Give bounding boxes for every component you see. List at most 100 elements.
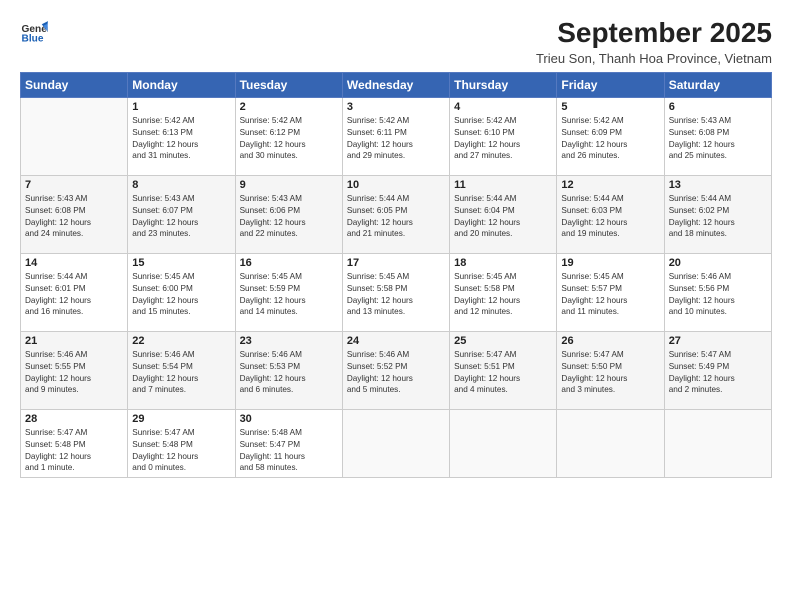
week-row-4: 21 Sunrise: 5:46 AMSunset: 5:55 PMDayligh… [21, 331, 772, 409]
day-number: 19 [561, 257, 659, 269]
calendar-cell: 4Sunrise: 5:42 AMSunset: 6:10 PMDaylight… [450, 97, 557, 175]
title-block: September 2025 Trieu Son, Thanh Hoa Prov… [536, 18, 772, 66]
month-title: September 2025 [536, 18, 772, 49]
calendar-cell [21, 97, 128, 175]
header-day-wednesday: Wednesday [342, 72, 449, 97]
day-number: 13 [669, 179, 767, 191]
cell-info: Sunrise: 5:48 AMSunset: 5:47 PMDaylight:… [240, 427, 338, 475]
header-day-sunday: Sunday [21, 72, 128, 97]
day-number: 28 [25, 413, 123, 425]
day-number: 8 [132, 179, 230, 191]
cell-info: Sunrise: 5:45 AMSunset: 5:58 PMDaylight:… [347, 271, 445, 319]
cell-info: Sunrise: 5:46 AMSunset: 5:55 PMDaylight:… [25, 349, 123, 397]
calendar-cell: 18 Sunrise: 5:45 AMSunset: 5:58 PMDayligh… [450, 253, 557, 331]
day-number: 18 [454, 257, 552, 269]
calendar-cell: 7Sunrise: 5:43 AMSunset: 6:08 PMDaylight… [21, 175, 128, 253]
cell-info: Sunrise: 5:42 AMSunset: 6:13 PMDaylight:… [132, 115, 230, 163]
day-number: 21 [25, 335, 123, 347]
calendar-cell: 19 Sunrise: 5:45 AMSunset: 5:57 PMDayligh… [557, 253, 664, 331]
week-row-2: 7Sunrise: 5:43 AMSunset: 6:08 PMDaylight… [21, 175, 772, 253]
calendar-cell [664, 409, 771, 478]
cell-info: Sunrise: 5:45 AMSunset: 5:57 PMDaylight:… [561, 271, 659, 319]
logo: General Blue [20, 18, 48, 46]
cell-info: Sunrise: 5:45 AMSunset: 5:59 PMDaylight:… [240, 271, 338, 319]
day-number: 6 [669, 101, 767, 113]
cell-info: Sunrise: 5:45 AMSunset: 6:00 PMDaylight:… [132, 271, 230, 319]
calendar-cell: 24 Sunrise: 5:46 AMSunset: 5:52 PMDayligh… [342, 331, 449, 409]
day-number: 1 [132, 101, 230, 113]
cell-info: Sunrise: 5:47 AMSunset: 5:50 PMDaylight:… [561, 349, 659, 397]
cell-info: Sunrise: 5:47 AMSunset: 5:48 PMDaylight:… [132, 427, 230, 475]
day-number: 23 [240, 335, 338, 347]
calendar-cell: 17 Sunrise: 5:45 AMSunset: 5:58 PMDayligh… [342, 253, 449, 331]
calendar-cell: 14Sunrise: 5:44 AMSunset: 6:01 PMDayligh… [21, 253, 128, 331]
cell-info: Sunrise: 5:43 AMSunset: 6:07 PMDaylight:… [132, 193, 230, 241]
calendar-cell: 15 Sunrise: 5:45 AMSunset: 6:00 PMDayligh… [128, 253, 235, 331]
week-row-1: 1 Sunrise: 5:42 AMSunset: 6:13 PMDaylight… [21, 97, 772, 175]
calendar-cell: 6Sunrise: 5:43 AMSunset: 6:08 PMDaylight… [664, 97, 771, 175]
header: General Blue September 2025 Trieu Son, T… [20, 18, 772, 66]
day-number: 26 [561, 335, 659, 347]
calendar-cell: 12Sunrise: 5:44 AMSunset: 6:03 PMDayligh… [557, 175, 664, 253]
calendar-cell: 27 Sunrise: 5:47 AMSunset: 5:49 PMDayligh… [664, 331, 771, 409]
header-row: SundayMondayTuesdayWednesdayThursdayFrid… [21, 72, 772, 97]
calendar-cell: 9Sunrise: 5:43 AMSunset: 6:06 PMDaylight… [235, 175, 342, 253]
day-number: 15 [132, 257, 230, 269]
header-day-tuesday: Tuesday [235, 72, 342, 97]
cell-info: Sunrise: 5:46 AMSunset: 5:52 PMDaylight:… [347, 349, 445, 397]
cell-info: Sunrise: 5:43 AMSunset: 6:08 PMDaylight:… [25, 193, 123, 241]
calendar-cell: 30 Sunrise: 5:48 AMSunset: 5:47 PMDayligh… [235, 409, 342, 478]
day-number: 5 [561, 101, 659, 113]
calendar-cell: 23 Sunrise: 5:46 AMSunset: 5:53 PMDayligh… [235, 331, 342, 409]
day-number: 3 [347, 101, 445, 113]
cell-info: Sunrise: 5:44 AMSunset: 6:05 PMDaylight:… [347, 193, 445, 241]
cell-info: Sunrise: 5:42 AMSunset: 6:11 PMDaylight:… [347, 115, 445, 163]
cell-info: Sunrise: 5:46 AMSunset: 5:56 PMDaylight:… [669, 271, 767, 319]
day-number: 16 [240, 257, 338, 269]
day-number: 22 [132, 335, 230, 347]
page: General Blue September 2025 Trieu Son, T… [0, 0, 792, 612]
week-row-5: 28 Sunrise: 5:47 AMSunset: 5:48 PMDayligh… [21, 409, 772, 478]
calendar-cell: 26 Sunrise: 5:47 AMSunset: 5:50 PMDayligh… [557, 331, 664, 409]
calendar-cell: 2Sunrise: 5:42 AMSunset: 6:12 PMDaylight… [235, 97, 342, 175]
calendar-cell: 13Sunrise: 5:44 AMSunset: 6:02 PMDayligh… [664, 175, 771, 253]
cell-info: Sunrise: 5:46 AMSunset: 5:54 PMDaylight:… [132, 349, 230, 397]
cell-info: Sunrise: 5:46 AMSunset: 5:53 PMDaylight:… [240, 349, 338, 397]
calendar-cell: 29 Sunrise: 5:47 AMSunset: 5:48 PMDayligh… [128, 409, 235, 478]
cell-info: Sunrise: 5:42 AMSunset: 6:12 PMDaylight:… [240, 115, 338, 163]
calendar-cell: 16 Sunrise: 5:45 AMSunset: 5:59 PMDayligh… [235, 253, 342, 331]
cell-info: Sunrise: 5:44 AMSunset: 6:04 PMDaylight:… [454, 193, 552, 241]
day-number: 25 [454, 335, 552, 347]
cell-info: Sunrise: 5:44 AMSunset: 6:01 PMDaylight:… [25, 271, 123, 319]
cell-info: Sunrise: 5:44 AMSunset: 6:03 PMDaylight:… [561, 193, 659, 241]
calendar-cell: 22 Sunrise: 5:46 AMSunset: 5:54 PMDayligh… [128, 331, 235, 409]
day-number: 11 [454, 179, 552, 191]
calendar-cell [557, 409, 664, 478]
day-number: 10 [347, 179, 445, 191]
day-number: 27 [669, 335, 767, 347]
calendar-cell: 10 Sunrise: 5:44 AMSunset: 6:05 PMDayligh… [342, 175, 449, 253]
header-day-friday: Friday [557, 72, 664, 97]
calendar-cell: 3 Sunrise: 5:42 AMSunset: 6:11 PMDaylight… [342, 97, 449, 175]
logo-icon: General Blue [20, 18, 48, 46]
cell-info: Sunrise: 5:47 AMSunset: 5:49 PMDaylight:… [669, 349, 767, 397]
cell-info: Sunrise: 5:42 AMSunset: 6:09 PMDaylight:… [561, 115, 659, 163]
week-row-3: 14Sunrise: 5:44 AMSunset: 6:01 PMDayligh… [21, 253, 772, 331]
svg-text:Blue: Blue [22, 33, 44, 44]
calendar-cell: 28 Sunrise: 5:47 AMSunset: 5:48 PMDayligh… [21, 409, 128, 478]
calendar-cell: 25Sunrise: 5:47 AMSunset: 5:51 PMDayligh… [450, 331, 557, 409]
cell-info: Sunrise: 5:42 AMSunset: 6:10 PMDaylight:… [454, 115, 552, 163]
cell-info: Sunrise: 5:45 AMSunset: 5:58 PMDaylight:… [454, 271, 552, 319]
day-number: 30 [240, 413, 338, 425]
calendar-cell [342, 409, 449, 478]
calendar-cell: 20 Sunrise: 5:46 AMSunset: 5:56 PMDayligh… [664, 253, 771, 331]
cell-info: Sunrise: 5:47 AMSunset: 5:48 PMDaylight:… [25, 427, 123, 475]
day-number: 17 [347, 257, 445, 269]
day-number: 29 [132, 413, 230, 425]
calendar-cell: 11 Sunrise: 5:44 AMSunset: 6:04 PMDayligh… [450, 175, 557, 253]
calendar-table: SundayMondayTuesdayWednesdayThursdayFrid… [20, 72, 772, 479]
header-day-saturday: Saturday [664, 72, 771, 97]
calendar-cell: 8 Sunrise: 5:43 AMSunset: 6:07 PMDaylight… [128, 175, 235, 253]
day-number: 20 [669, 257, 767, 269]
day-number: 24 [347, 335, 445, 347]
